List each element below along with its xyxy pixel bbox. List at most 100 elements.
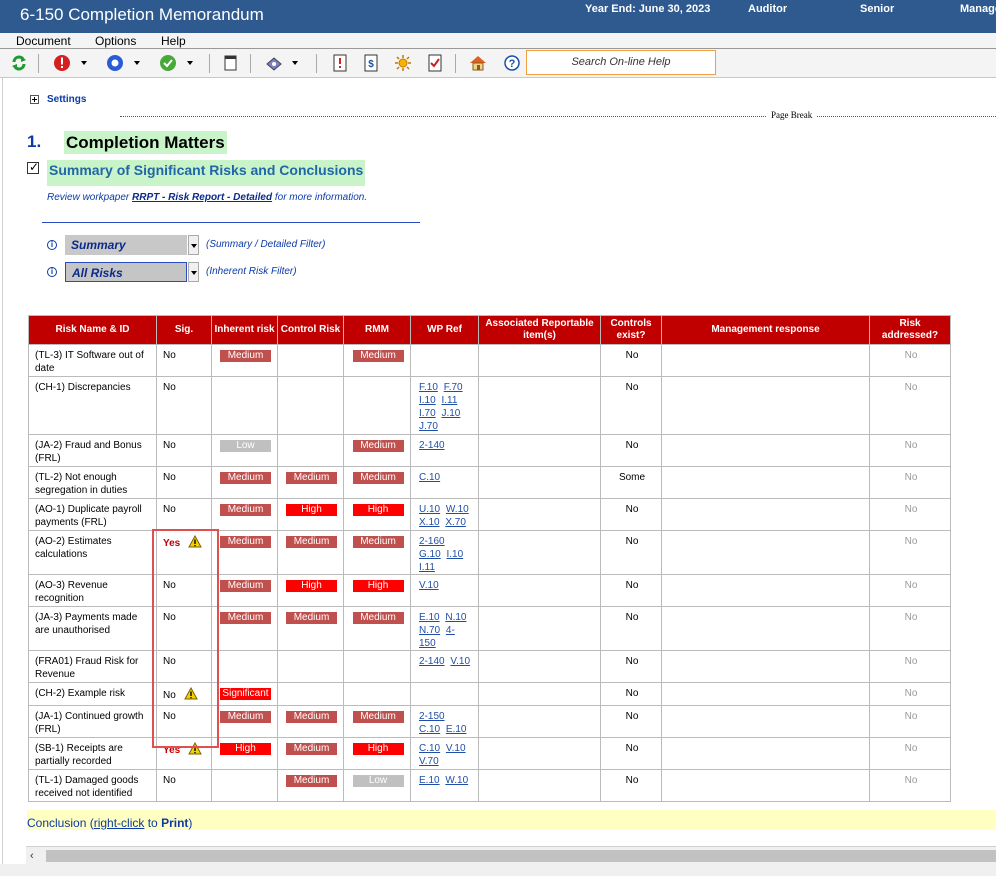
wp-ref-link[interactable]: I.11 [419,562,435,573]
associated-items-cell[interactable] [478,682,601,706]
wp-ref-link[interactable]: F.10 [419,382,438,393]
wp-ref-link[interactable]: G.10 [419,549,441,560]
controls-exist-cell[interactable]: No [600,650,662,683]
management-response-cell[interactable] [661,434,870,467]
info-doc-icon[interactable] [331,54,349,72]
controls-exist-cell[interactable]: No [600,682,662,706]
associated-items-cell[interactable] [478,769,601,802]
refresh-icon[interactable] [10,54,28,72]
summary-checkbox[interactable] [27,160,39,174]
menu-help[interactable]: Help [161,34,186,48]
controls-exist-cell[interactable]: No [600,769,662,802]
horizontal-scrollbar[interactable]: ‹ [26,846,996,864]
risk-addressed-cell[interactable]: No [869,574,951,607]
management-response-cell[interactable] [661,682,870,706]
wp-ref-link[interactable]: C.10 [419,724,440,735]
expand-icon[interactable] [30,95,39,104]
wp-ref-link[interactable]: N.70 [419,625,440,636]
controls-exist-cell[interactable]: No [600,498,662,531]
info-icon[interactable]: i [47,267,57,277]
risk-addressed-cell[interactable]: No [869,769,951,802]
associated-items-cell[interactable] [478,530,601,575]
home-icon[interactable] [469,54,487,72]
wp-ref-link[interactable]: I.70 [419,408,436,419]
management-response-cell[interactable] [661,606,870,651]
risk-addressed-cell[interactable]: No [869,376,951,435]
management-response-cell[interactable] [661,530,870,575]
wp-ref-link[interactable]: E.10 [419,612,440,623]
risk-addressed-cell[interactable]: No [869,498,951,531]
associated-items-cell[interactable] [478,650,601,683]
search-input[interactable]: Search On-line Help [526,50,716,75]
controls-exist-cell[interactable]: Some [600,466,662,499]
risk-addressed-cell[interactable]: No [869,650,951,683]
risk-addressed-cell[interactable]: No [869,434,951,467]
summary-filter-dropdown[interactable]: Summary [65,235,187,255]
risk-addressed-cell[interactable]: No [869,344,951,377]
auditor-label[interactable]: Auditor [748,3,787,15]
management-response-cell[interactable] [661,574,870,607]
controls-exist-cell[interactable]: No [600,606,662,651]
management-response-cell[interactable] [661,650,870,683]
associated-items-cell[interactable] [478,466,601,499]
dollar-doc-icon[interactable]: $ [362,54,380,72]
circle-icon[interactable] [106,54,124,72]
controls-exist-cell[interactable]: No [600,705,662,738]
wp-ref-link[interactable]: C.10 [419,743,440,754]
scrollbar-thumb[interactable] [46,850,996,862]
wp-ref-link[interactable]: V.70 [419,756,439,767]
wp-ref-link[interactable]: J.10 [441,408,460,419]
controls-exist-cell[interactable]: No [600,434,662,467]
senior-label[interactable]: Senior [860,3,894,15]
summary-filter-arrow[interactable] [188,235,199,255]
associated-items-cell[interactable] [478,574,601,607]
stamp-dropdown-arrow[interactable] [292,61,298,65]
management-response-cell[interactable] [661,344,870,377]
wp-ref-link[interactable]: 2-150 [419,711,445,722]
controls-exist-cell[interactable]: No [600,574,662,607]
risk-addressed-cell[interactable]: No [869,530,951,575]
risk-report-link[interactable]: RRPT - Risk Report - Detailed [132,192,272,203]
wp-ref-link[interactable]: E.10 [446,724,467,735]
wp-ref-link[interactable]: N.10 [445,612,466,623]
management-response-cell[interactable] [661,498,870,531]
circle-dropdown-arrow[interactable] [134,61,140,65]
right-click-link[interactable]: right-click [94,816,145,830]
wp-ref-link[interactable]: X.70 [445,517,466,528]
wp-ref-link[interactable]: W.10 [446,504,469,515]
stamp-icon[interactable] [265,54,283,72]
management-response-cell[interactable] [661,705,870,738]
controls-exist-cell[interactable]: No [600,530,662,575]
wp-ref-link[interactable]: 2-160 [419,536,445,547]
page-icon[interactable] [222,54,240,72]
wp-ref-link[interactable]: C.10 [419,472,440,483]
risk-filter-arrow[interactable] [188,262,199,282]
checklist-icon[interactable] [426,54,444,72]
risk-addressed-cell[interactable]: No [869,705,951,738]
associated-items-cell[interactable] [478,376,601,435]
associated-items-cell[interactable] [478,737,601,770]
wp-ref-link[interactable]: V.10 [419,580,439,591]
scroll-left-icon[interactable]: ‹ [30,850,40,862]
menu-options[interactable]: Options [95,34,136,48]
controls-exist-cell[interactable]: No [600,344,662,377]
management-response-cell[interactable] [661,737,870,770]
controls-exist-cell[interactable]: No [600,376,662,435]
wp-ref-link[interactable]: X.10 [419,517,440,528]
risk-addressed-cell[interactable]: No [869,682,951,706]
menu-document[interactable]: Document [16,34,71,48]
error-dropdown-arrow[interactable] [81,61,87,65]
wp-ref-link[interactable]: W.10 [445,775,468,786]
wp-ref-link[interactable]: 2-140 [419,440,445,451]
wp-ref-link[interactable]: V.10 [446,743,466,754]
associated-items-cell[interactable] [478,344,601,377]
risk-filter-dropdown[interactable]: All Risks [65,262,187,282]
wp-ref-link[interactable]: J.70 [419,421,438,432]
help-icon[interactable]: ? [503,54,521,72]
associated-items-cell[interactable] [478,705,601,738]
wp-ref-link[interactable]: F.70 [444,382,463,393]
associated-items-cell[interactable] [478,434,601,467]
wp-ref-link[interactable]: I.11 [441,395,457,406]
management-response-cell[interactable] [661,376,870,435]
manager-label[interactable]: Manage [960,3,996,15]
